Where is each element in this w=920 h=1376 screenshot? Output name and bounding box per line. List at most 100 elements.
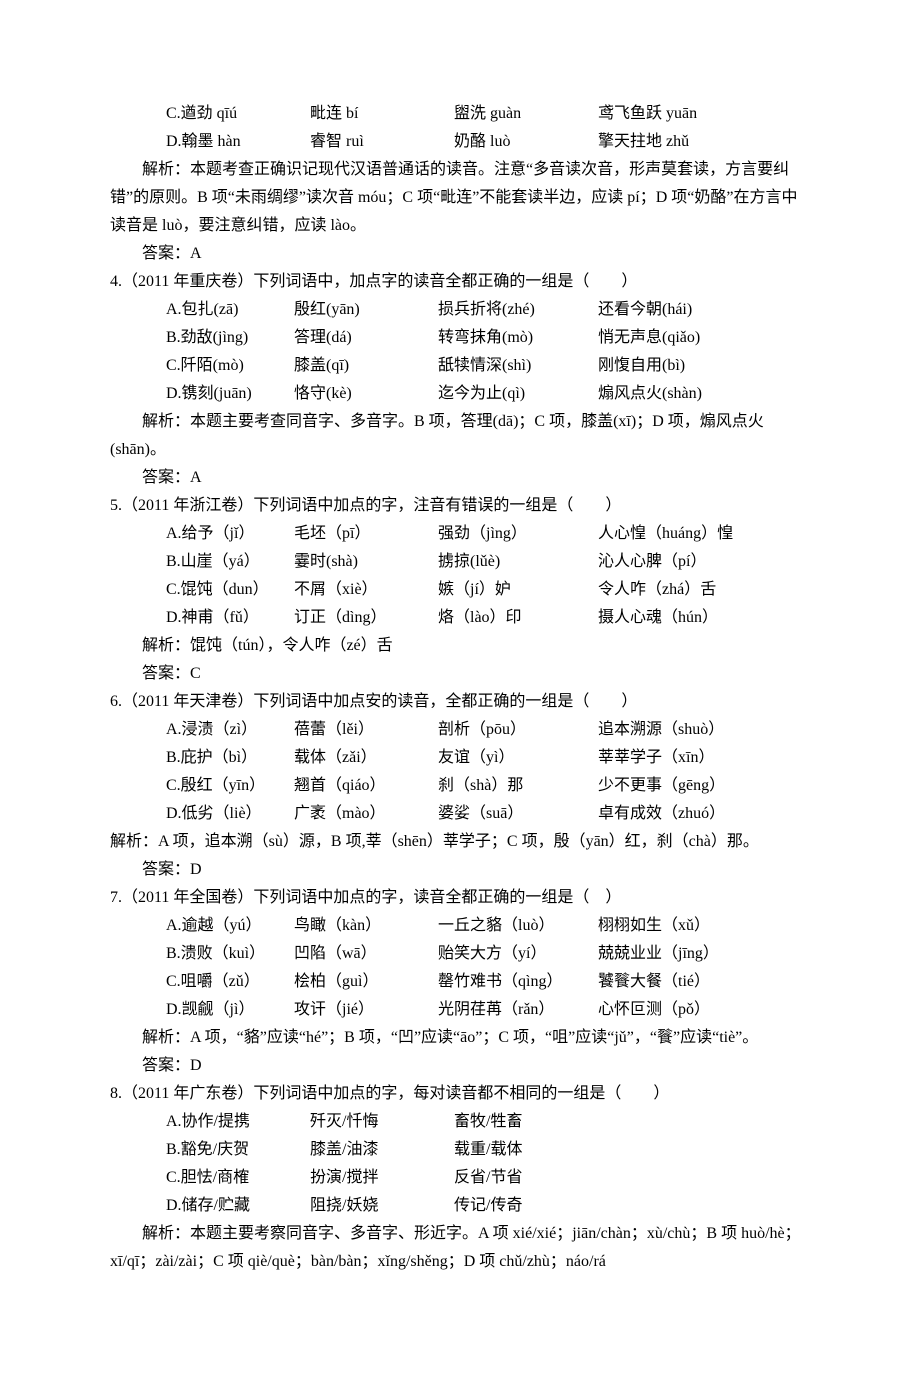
option-col-b: 广袤（mào） bbox=[294, 800, 438, 828]
option-col-d: 悄无声息(qiǎo) bbox=[598, 324, 700, 352]
option-col-c: 盥洗 guàn bbox=[454, 100, 598, 128]
option-b: B.劲敌(jìng) bbox=[166, 324, 294, 352]
option-a: A.协作/提携 bbox=[166, 1108, 310, 1136]
option-col-b: 睿智 ruì bbox=[310, 128, 454, 156]
option-col-b: 蓓蕾（lěi） bbox=[294, 716, 438, 744]
option-b: B.豁免/庆贺 bbox=[166, 1136, 310, 1164]
option-b: B.溃败（kuì） bbox=[166, 940, 294, 968]
option-col-d: 莘莘学子（xīn） bbox=[598, 744, 714, 772]
option-col-c: 友谊（yì） bbox=[438, 744, 598, 772]
option-row: C.遒劲 qīú 毗连 bí 盥洗 guàn 鸢飞鱼跃 yuān bbox=[166, 100, 810, 128]
options-group: A.协作/提携 歼灭/忏悔 畜牧/牲畜 B.豁免/庆贺 膝盖/油漆 载重/载体 … bbox=[110, 1108, 810, 1220]
question-6-lead: 6.（2011 年天津卷）下列词语中加点安的读音，全都正确的一组是（ ） bbox=[110, 688, 810, 716]
option-row: C.阡陌(mò) 膝盖(qī) 舐犊情深(shì) 刚愎自用(bì) bbox=[166, 352, 810, 380]
answer: 答案：C bbox=[110, 660, 810, 688]
answer: 答案：A bbox=[110, 240, 810, 268]
option-col-d: 栩栩如生（xǔ） bbox=[598, 912, 710, 940]
option-col-d: 擎天拄地 zhǔ bbox=[598, 128, 689, 156]
option-a: A.逾越（yú） bbox=[166, 912, 294, 940]
option-col-c: 转弯抹角(mò) bbox=[438, 324, 598, 352]
option-col-b: 攻讦（jié） bbox=[294, 996, 438, 1024]
options-group: A.包扎(zā) 殷红(yān) 损兵折将(zhé) 还看今朝(hái) B.劲… bbox=[110, 296, 810, 408]
explanation: 解析：本题主要考察同音字、多音字、形近字。A 项 xié/xié；jiān/ch… bbox=[110, 1220, 810, 1276]
option-col-d: 兢兢业业（jīng） bbox=[598, 940, 719, 968]
option-row: D.镌刻(juān) 恪守(kè) 迄今为止(qì) 煽风点火(shàn) bbox=[166, 380, 810, 408]
option-row: A.给予（jǐ） 毛坯（pī） 强劲（jìng） 人心惶（huáng）惶 bbox=[166, 520, 810, 548]
option-col-b: 恪守(kè) bbox=[294, 380, 438, 408]
option-row: D.觊觎（jì） 攻讦（jié） 光阴荏苒（rǎn） 心怀叵测（pǒ） bbox=[166, 996, 810, 1024]
option-col-b: 霎时(shà) bbox=[294, 548, 438, 576]
options-group: A.浸渍（zì） 蓓蕾（lěi） 剖析（pōu） 追本溯源（shuò） B.庇护… bbox=[110, 716, 810, 828]
option-col-d: 鸢飞鱼跃 yuān bbox=[598, 100, 697, 128]
option-col-c: 损兵折将(zhé) bbox=[438, 296, 598, 324]
option-c: C.阡陌(mò) bbox=[166, 352, 294, 380]
option-col-d: 摄人心魂（hún） bbox=[598, 604, 718, 632]
option-col-c: 奶酪 luò bbox=[454, 128, 598, 156]
option-row: D.低劣（liè） 广袤（mào） 婆娑（suā） 卓有成效（zhuó） bbox=[166, 800, 810, 828]
options-group: A.逾越（yú） 鸟瞰（kàn） 一丘之貉（luò） 栩栩如生（xǔ） B.溃败… bbox=[110, 912, 810, 1024]
option-col-c: 贻笑大方（yí） bbox=[438, 940, 598, 968]
option-col-c: 舐犊情深(shì) bbox=[438, 352, 598, 380]
question-7-lead: 7.（2011 年全国卷）下列词语中加点的字，读音全都正确的一组是（ ） bbox=[110, 884, 810, 912]
option-d: D.储存/贮藏 bbox=[166, 1192, 310, 1220]
option-col-c: 强劲（jìng） bbox=[438, 520, 598, 548]
option-col-d: 令人咋（zhá）舌 bbox=[598, 576, 716, 604]
option-col-b: 扮演/搅拌 bbox=[310, 1164, 454, 1192]
option-a: A.浸渍（zì） bbox=[166, 716, 294, 744]
explanation: 解析：本题主要考查同音字、多音字。B 项，答理(dā)；C 项，膝盖(xī)；D… bbox=[110, 408, 810, 464]
option-col-b: 载体（zǎi） bbox=[294, 744, 438, 772]
explanation: 解析：A 项，“貉”应读“hé”；B 项，“凹”应读“āo”；C 项，“咀”应读… bbox=[110, 1024, 810, 1052]
option-col-b: 凹陷（wā） bbox=[294, 940, 438, 968]
explanation: 解析：馄饨（tún），令人咋（zé）舌 bbox=[110, 632, 810, 660]
answer: 答案：D bbox=[110, 856, 810, 884]
option-col-b: 阻挠/妖娆 bbox=[310, 1192, 454, 1220]
option-col-c: 烙（lào）印 bbox=[438, 604, 598, 632]
option-col-d: 沁人心脾（pí） bbox=[598, 548, 706, 576]
answer: 答案：A bbox=[110, 464, 810, 492]
option-col-d: 煽风点火(shàn) bbox=[598, 380, 702, 408]
question-5-lead: 5.（2011 年浙江卷）下列词语中加点的字，注音有错误的一组是（ ） bbox=[110, 492, 810, 520]
option-col-c: 掳掠(lǔè) bbox=[438, 548, 598, 576]
option-row: C.馄饨（dun） 不屑（xiè） 嫉（jí）妒 令人咋（zhá）舌 bbox=[166, 576, 810, 604]
option-col-d: 刚愎自用(bì) bbox=[598, 352, 685, 380]
option-c: C.殷红（yīn） bbox=[166, 772, 294, 800]
explanation: 解析：本题考查正确识记现代汉语普通话的读音。注意“多音读次音，形声莫套读，方言要… bbox=[110, 156, 810, 240]
option-col-d: 心怀叵测（pǒ） bbox=[598, 996, 710, 1024]
option-row: C.胆怯/商榷 扮演/搅拌 反省/节省 bbox=[166, 1164, 810, 1192]
explanation: 解析：A 项，追本溯（sù）源，B 项,莘（shēn）莘学子；C 项，殷（yān… bbox=[110, 828, 810, 856]
option-c: C.胆怯/商榷 bbox=[166, 1164, 310, 1192]
option-a: A.包扎(zā) bbox=[166, 296, 294, 324]
option-col-b: 毛坯（pī） bbox=[294, 520, 438, 548]
option-col-b: 翘首（qiáo） bbox=[294, 772, 438, 800]
option-col-b: 答理(dá) bbox=[294, 324, 438, 352]
option-col-c: 剖析（pōu） bbox=[438, 716, 598, 744]
option-row: B.劲敌(jìng) 答理(dá) 转弯抹角(mò) 悄无声息(qiǎo) bbox=[166, 324, 810, 352]
option-d: D.翰墨 hàn bbox=[166, 128, 310, 156]
option-row: A.协作/提携 歼灭/忏悔 畜牧/牲畜 bbox=[166, 1108, 810, 1136]
option-col-d: 人心惶（huáng）惶 bbox=[598, 520, 733, 548]
option-col-b: 歼灭/忏悔 bbox=[310, 1108, 454, 1136]
option-row: C.咀嚼（zǔ） 桧柏（guì） 罄竹难书（qìng） 饕餮大餐（tié） bbox=[166, 968, 810, 996]
option-col-d: 饕餮大餐（tié） bbox=[598, 968, 710, 996]
option-c: C.遒劲 qīú bbox=[166, 100, 310, 128]
option-col-c: 婆娑（suā） bbox=[438, 800, 598, 828]
option-row: B.溃败（kuì） 凹陷（wā） 贻笑大方（yí） 兢兢业业（jīng） bbox=[166, 940, 810, 968]
document-page: C.遒劲 qīú 毗连 bí 盥洗 guàn 鸢飞鱼跃 yuān D.翰墨 hà… bbox=[0, 0, 920, 1376]
option-col-c: 嫉（jí）妒 bbox=[438, 576, 598, 604]
option-row: B.山崖（yá） 霎时(shà) 掳掠(lǔè) 沁人心脾（pí） bbox=[166, 548, 810, 576]
option-col-c: 畜牧/牲畜 bbox=[454, 1108, 522, 1136]
option-col-c: 一丘之貉（luò） bbox=[438, 912, 598, 940]
option-row: D.储存/贮藏 阻挠/妖娆 传记/传奇 bbox=[166, 1192, 810, 1220]
option-b: B.庇护（bì） bbox=[166, 744, 294, 772]
option-row: B.豁免/庆贺 膝盖/油漆 载重/载体 bbox=[166, 1136, 810, 1164]
option-a: A.给予（jǐ） bbox=[166, 520, 294, 548]
option-row: D.翰墨 hàn 睿智 ruì 奶酪 luò 擎天拄地 zhǔ bbox=[166, 128, 810, 156]
option-row: B.庇护（bì） 载体（zǎi） 友谊（yì） 莘莘学子（xīn） bbox=[166, 744, 810, 772]
options-group: A.给予（jǐ） 毛坯（pī） 强劲（jìng） 人心惶（huáng）惶 B.山… bbox=[110, 520, 810, 632]
option-col-b: 桧柏（guì） bbox=[294, 968, 438, 996]
option-c: C.馄饨（dun） bbox=[166, 576, 294, 604]
option-col-c: 载重/载体 bbox=[454, 1136, 522, 1164]
question-4-lead: 4.（2011 年重庆卷）下列词语中，加点字的读音全都正确的一组是（ ） bbox=[110, 268, 810, 296]
option-col-c: 迄今为止(qì) bbox=[438, 380, 598, 408]
option-col-c: 传记/传奇 bbox=[454, 1192, 522, 1220]
